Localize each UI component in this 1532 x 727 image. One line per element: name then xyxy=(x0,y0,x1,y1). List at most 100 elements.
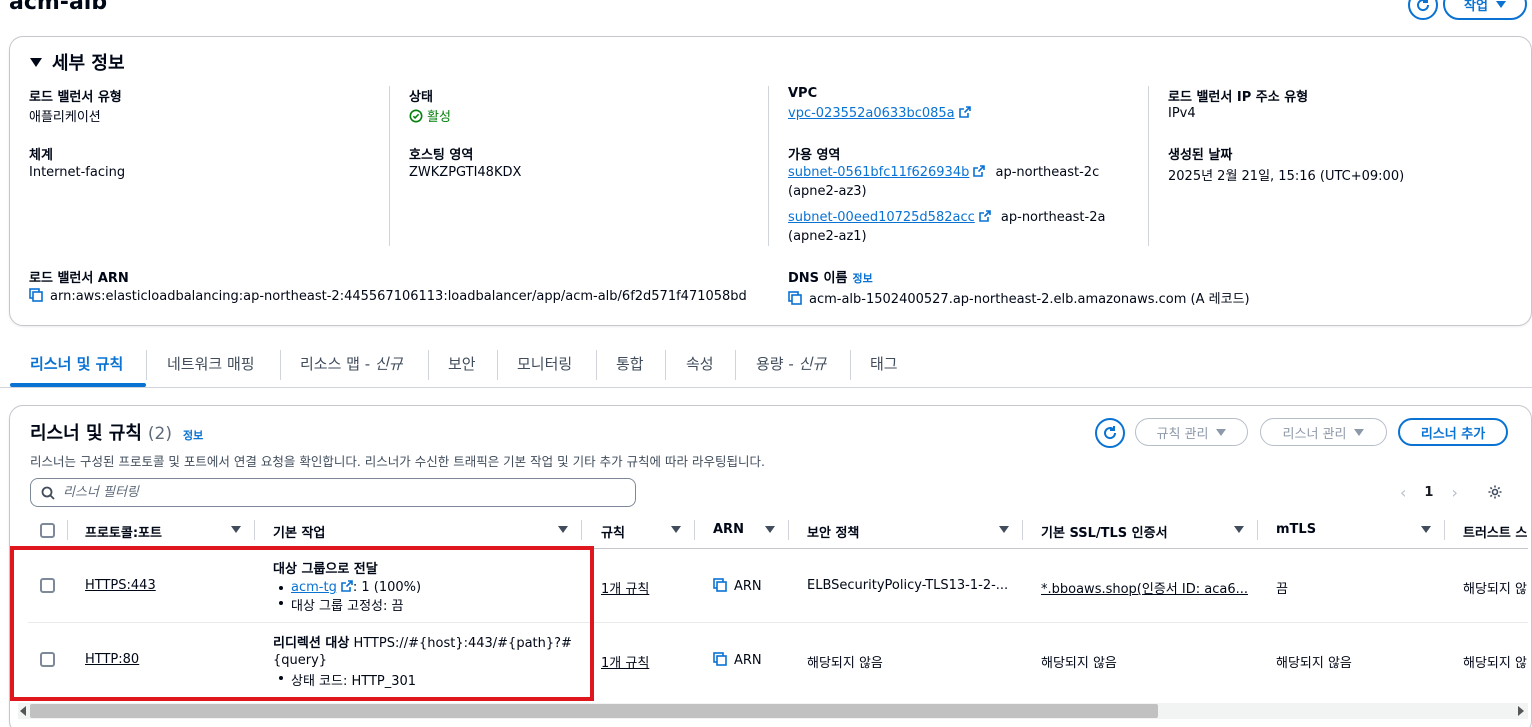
highlight-annotation xyxy=(10,546,594,701)
copy-icon[interactable] xyxy=(713,652,727,666)
external-link-icon xyxy=(973,165,986,177)
subnet2-zone: ap-northeast-2a xyxy=(1000,210,1106,225)
security-policy-cell: 해당되지 않음 xyxy=(807,656,883,671)
sort-icon[interactable] xyxy=(558,526,568,533)
column-divider xyxy=(768,86,769,246)
tab-divider xyxy=(146,350,147,380)
details-section-toggle[interactable]: 세부 정보 xyxy=(30,49,125,75)
arn-value: arn:aws:elasticloadbalancing:ap-northeas… xyxy=(29,288,747,304)
subnet1-link[interactable]: subnet-0561bfc11f626934b xyxy=(788,165,969,180)
sort-icon[interactable] xyxy=(1234,526,1244,533)
sort-icon[interactable] xyxy=(231,526,241,533)
col-rules[interactable]: 규칙 xyxy=(601,522,625,541)
col-arn[interactable]: ARN xyxy=(713,522,744,537)
page-number[interactable]: 1 xyxy=(1424,485,1433,500)
listener-filter-input[interactable] xyxy=(63,485,563,500)
arn-copy-cell[interactable]: ARN xyxy=(713,578,762,594)
external-link-icon xyxy=(958,106,971,118)
caret-down-icon xyxy=(1354,428,1365,436)
rules-link[interactable]: 1개 규칙 xyxy=(601,652,649,671)
col-mtls[interactable]: mTLS xyxy=(1276,522,1316,537)
chevron-right-icon[interactable]: › xyxy=(1451,483,1457,502)
scheme-value: Internet-facing xyxy=(29,165,126,180)
ip-type-value: IPv4 xyxy=(1168,106,1196,121)
add-listener-button[interactable]: 리스너 추가 xyxy=(1398,418,1508,446)
col-trust-store[interactable]: 트러스트 스 xyxy=(1463,522,1527,541)
gear-icon[interactable] xyxy=(1487,484,1503,504)
manage-rules-button[interactable]: 규칙 관리 xyxy=(1135,418,1248,446)
col-default-action[interactable]: 기본 작업 xyxy=(273,522,325,541)
arn-copy-cell[interactable]: ARN xyxy=(713,652,762,668)
arn-label: 로드 밸런서 ARN xyxy=(29,271,129,286)
hosted-zone-label: 호스팅 영역 xyxy=(409,148,474,163)
caret-down-icon xyxy=(1216,428,1227,436)
ip-type-label: 로드 밸런서 IP 주소 유형 xyxy=(1168,90,1309,105)
add-listener-label: 리스너 추가 xyxy=(1420,426,1486,442)
dns-info-link[interactable]: 정보 xyxy=(852,272,872,285)
tab-security[interactable]: 보안 xyxy=(448,353,476,374)
scrollbar-thumb[interactable] xyxy=(30,704,1158,718)
copy-icon[interactable] xyxy=(788,291,802,305)
tab-label: 태그 xyxy=(870,355,898,373)
scroll-right-arrow[interactable] xyxy=(1518,706,1524,716)
tab-network-mapping[interactable]: 네트워크 매핑 xyxy=(167,353,255,374)
header-divider xyxy=(788,520,789,540)
scroll-left-arrow[interactable] xyxy=(20,706,26,716)
chevron-left-icon[interactable]: ‹ xyxy=(1400,483,1406,502)
col-security-policy[interactable]: 보안 정책 xyxy=(807,522,859,541)
tab-listeners-rules[interactable]: 리스너 및 규칙 xyxy=(30,353,123,374)
copy-icon[interactable] xyxy=(713,578,727,592)
column-divider xyxy=(1148,86,1149,246)
refresh-icon xyxy=(1417,0,1430,12)
sort-icon[interactable] xyxy=(999,526,1009,533)
sort-icon[interactable] xyxy=(671,526,681,533)
tab-label: 용량 - xyxy=(756,355,799,373)
actions-button[interactable]: 작업 xyxy=(1443,0,1527,20)
subnet2-az: (apne2-az1) xyxy=(788,229,867,244)
pagination: ‹ 1 › xyxy=(1400,483,1458,502)
tab-capacity[interactable]: 용량 - 신규 xyxy=(756,353,826,374)
manage-listener-button[interactable]: 리스너 관리 xyxy=(1260,418,1387,446)
header-divider xyxy=(254,520,255,540)
tab-resource-map[interactable]: 리소스 맵 - 신규 xyxy=(300,353,403,374)
arn-text: ARN xyxy=(734,579,762,594)
subnet1-az: (apne2-az3) xyxy=(788,184,867,199)
header-divider xyxy=(1257,520,1258,540)
arn-text: arn:aws:elasticloadbalancing:ap-northeas… xyxy=(50,289,747,304)
refresh-icon xyxy=(1104,426,1117,440)
tab-monitoring[interactable]: 모니터링 xyxy=(517,353,572,374)
header-divider xyxy=(67,520,68,540)
certificate-link[interactable]: *.bboaws.shop(인증서 ID: aca6... xyxy=(1041,578,1248,597)
col-protocol-port[interactable]: 프로토콜:포트 xyxy=(85,522,162,541)
external-link-icon xyxy=(978,210,991,222)
header-divider xyxy=(1022,520,1023,540)
manage-listener-label: 리스너 관리 xyxy=(1282,426,1347,442)
sort-icon[interactable] xyxy=(1421,526,1431,533)
subnet2-link[interactable]: subnet-00eed10725d582acc xyxy=(788,210,975,225)
copy-icon[interactable] xyxy=(29,288,43,302)
tab-divider xyxy=(735,350,736,380)
tab-tags[interactable]: 태그 xyxy=(870,353,898,374)
hosted-zone-value: ZWKZPGTI48KDX xyxy=(409,165,522,180)
listeners-info-link[interactable]: 정보 xyxy=(183,427,203,443)
tab-label: 보안 xyxy=(448,355,476,373)
rules-link[interactable]: 1개 규칙 xyxy=(601,578,649,597)
col-default-cert[interactable]: 기본 SSL/TLS 인증서 xyxy=(1041,522,1168,541)
listener-filter[interactable] xyxy=(30,478,636,507)
sort-icon[interactable] xyxy=(765,526,775,533)
details-title: 세부 정보 xyxy=(52,53,125,74)
status-text: 활성 xyxy=(427,110,451,125)
tab-label: 리소스 맵 - xyxy=(300,355,375,373)
listeners-refresh-button[interactable] xyxy=(1095,418,1125,448)
vpc-link[interactable]: vpc-023552a0633bc085a xyxy=(788,106,955,121)
tab-integrations[interactable]: 통합 xyxy=(616,353,644,374)
tab-divider xyxy=(428,350,429,380)
header-divider xyxy=(694,520,695,540)
search-icon xyxy=(41,486,55,500)
vpc-label: VPC xyxy=(788,86,818,101)
mtls-cell: 끔 xyxy=(1276,582,1288,597)
header-refresh-button[interactable] xyxy=(1408,0,1438,20)
tab-attributes[interactable]: 속성 xyxy=(686,353,714,374)
mtls-cell: 해당되지 않음 xyxy=(1276,656,1352,671)
select-all-checkbox[interactable] xyxy=(40,523,55,538)
